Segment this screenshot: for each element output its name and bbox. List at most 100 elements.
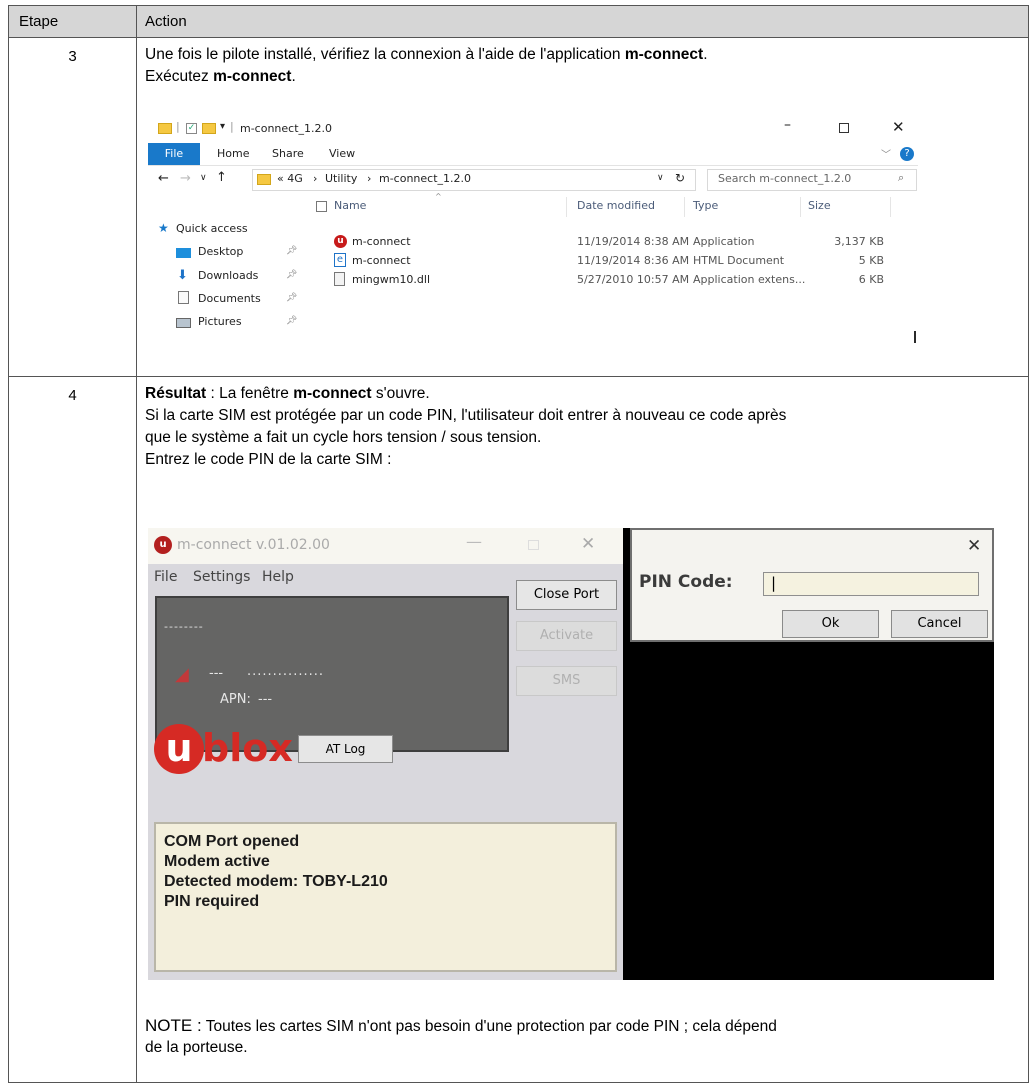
activate-button[interactable]: Activate xyxy=(516,621,617,651)
select-all-checkbox[interactable] xyxy=(316,201,327,212)
column-name[interactable]: Name xyxy=(334,199,366,212)
close-icon[interactable]: ✕ xyxy=(967,536,981,556)
step3-line2: Exécutez m-connect. xyxy=(145,66,296,88)
folder-icon xyxy=(257,174,271,185)
help-icon[interactable]: ? xyxy=(900,147,914,161)
file-date: 11/19/2014 8:36 AM xyxy=(577,254,690,267)
close-icon[interactable]: ✕ xyxy=(892,118,905,136)
maximize-icon[interactable] xyxy=(528,540,539,550)
forward-icon[interactable]: → xyxy=(180,171,191,186)
sort-icon: ^ xyxy=(435,192,442,201)
signal-value: --- xyxy=(209,666,224,681)
documents-icon xyxy=(178,291,189,304)
file-row[interactable]: mingwm10.dll 5/27/2010 10:57 AM Applicat… xyxy=(334,272,894,290)
tab-share[interactable]: Share xyxy=(272,147,304,160)
properties-icon[interactable]: ✓ xyxy=(186,123,197,134)
recent-icon[interactable]: ∨ xyxy=(200,173,207,183)
step4-line2: Si la carte SIM est protégée par un code… xyxy=(145,407,787,424)
nav-pictures[interactable]: Pictures xyxy=(198,315,242,328)
file-type: Application xyxy=(693,235,755,248)
at-log-button[interactable]: AT Log xyxy=(298,735,393,763)
refresh-icon[interactable]: ↻ xyxy=(675,171,685,185)
m-connect-window: u m-connect v.01.02.00 — ✕ File Settings… xyxy=(148,528,623,980)
file-type: Application extens... xyxy=(693,273,806,286)
step-number-3: 3 xyxy=(68,48,77,65)
menu-file[interactable]: File xyxy=(154,569,177,585)
path-segment[interactable]: Utility xyxy=(325,172,357,185)
customize-qat-icon[interactable]: ▾ xyxy=(220,121,225,132)
maximize-icon[interactable] xyxy=(839,123,849,133)
column-size[interactable]: Size xyxy=(808,199,831,212)
status-dashes: -------- xyxy=(164,620,204,633)
nav-desktop[interactable]: Desktop xyxy=(198,245,243,258)
text-cursor: | xyxy=(771,574,777,592)
explorer-titlebar: | ✓ ▾ | m-connect_1.2.0 – ✕ xyxy=(148,115,918,143)
apn-value: --- xyxy=(258,692,273,707)
row-divider xyxy=(9,376,1028,377)
log-line: Modem active xyxy=(164,853,270,870)
file-date: 5/27/2010 10:57 AM xyxy=(577,273,690,286)
expand-ribbon-icon[interactable]: ﹀ xyxy=(881,146,891,161)
ublox-text: blox xyxy=(202,726,293,770)
file-size: 5 KB xyxy=(858,254,884,267)
text-run: . xyxy=(703,46,708,63)
header-action: Action xyxy=(145,13,187,30)
file-row[interactable]: u m-connect 11/19/2014 8:38 AM Applicati… xyxy=(334,234,894,252)
note-line1: NOTE : Toutes les cartes SIM n'ont pas b… xyxy=(145,1015,777,1038)
note-line2: de la porteuse. xyxy=(145,1039,248,1056)
window-title: m-connect_1.2.0 xyxy=(240,122,333,135)
ok-button[interactable]: Ok xyxy=(782,610,879,638)
search-icon[interactable]: ⌕ xyxy=(898,171,904,185)
step-number-4: 4 xyxy=(68,387,77,404)
file-row[interactable]: e m-connect 11/19/2014 8:36 AM HTML Docu… xyxy=(334,253,894,271)
ublox-u-icon: u xyxy=(154,724,204,774)
address-bar[interactable]: « 4G › Utility › m-connect_1.2.0 ∨ ↻ xyxy=(252,169,696,191)
menu-settings[interactable]: Settings xyxy=(193,569,250,585)
close-icon[interactable]: ✕ xyxy=(581,534,595,554)
address-bar-row: ← → ∨ ↑ « 4G › Utility › m-connect_1.2.0… xyxy=(148,166,918,194)
sms-button[interactable]: SMS xyxy=(516,666,617,696)
pin-icon[interactable]: 📌︎ xyxy=(286,293,297,303)
text-run: s'ouvre. xyxy=(371,385,430,402)
pin-icon[interactable]: 📌︎ xyxy=(286,246,297,256)
path-segment[interactable]: « 4G xyxy=(277,172,303,185)
m-connect-titlebar: u m-connect v.01.02.00 — ✕ xyxy=(148,528,623,564)
tab-file[interactable]: File xyxy=(148,143,200,165)
column-type[interactable]: Type xyxy=(693,199,718,212)
file-type: HTML Document xyxy=(693,254,785,267)
nav-documents[interactable]: Documents xyxy=(198,292,261,305)
pin-code-input[interactable]: | xyxy=(763,572,979,596)
pin-icon[interactable]: 📌︎ xyxy=(286,270,297,280)
step4-line4: Entrez le code PIN de la carte SIM : xyxy=(145,451,392,468)
header-step: Etape xyxy=(19,13,59,30)
minimize-icon[interactable]: — xyxy=(466,532,482,551)
app-name: m-connect xyxy=(213,68,292,85)
nav-quick-access[interactable]: Quick access xyxy=(176,222,248,235)
ribbon-tabs xyxy=(148,143,918,166)
menu-help[interactable]: Help xyxy=(262,569,294,585)
m-connect-screenshot: u m-connect v.01.02.00 — ✕ File Settings… xyxy=(148,528,994,980)
search-placeholder: Search m-connect_1.2.0 xyxy=(718,172,852,185)
app-logo-icon: u xyxy=(154,536,172,554)
close-port-button[interactable]: Close Port xyxy=(516,580,617,610)
tab-home[interactable]: Home xyxy=(217,147,249,160)
path-separator: › xyxy=(313,172,318,185)
tab-view[interactable]: View xyxy=(329,147,355,160)
path-segment[interactable]: m-connect_1.2.0 xyxy=(379,172,471,185)
minimize-icon[interactable]: – xyxy=(784,117,791,133)
table-header: Etape Action xyxy=(9,6,1028,38)
address-dropdown-icon[interactable]: ∨ xyxy=(657,173,664,183)
apn-label: APN: xyxy=(220,692,251,707)
nav-downloads[interactable]: Downloads xyxy=(198,269,258,282)
column-date-modified[interactable]: Date modified xyxy=(577,199,655,212)
cancel-button[interactable]: Cancel xyxy=(891,610,988,638)
search-input[interactable]: Search m-connect_1.2.0 ⌕ xyxy=(707,169,917,191)
back-icon[interactable]: ← xyxy=(158,171,169,186)
pin-icon[interactable]: 📌︎ xyxy=(286,316,297,326)
new-folder-icon[interactable] xyxy=(202,123,216,134)
file-name: mingwm10.dll xyxy=(352,273,431,286)
html-icon: e xyxy=(334,253,346,267)
up-icon[interactable]: ↑ xyxy=(216,170,227,185)
dll-icon xyxy=(334,272,345,286)
pin-code-dialog: ✕ PIN Code: | Ok Cancel xyxy=(630,528,994,642)
